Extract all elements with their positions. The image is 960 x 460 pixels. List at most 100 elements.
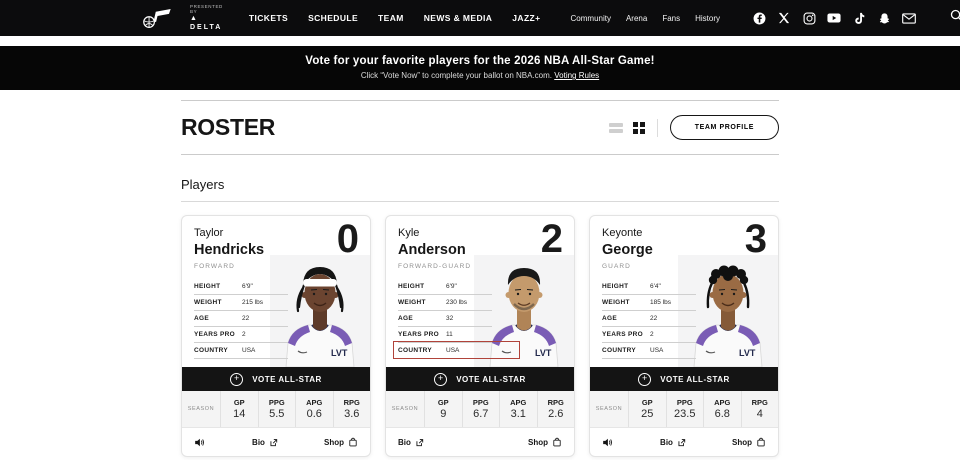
facebook-icon[interactable]	[752, 11, 766, 25]
roster-page: ROSTER TEAM PROFILE Players Taylor Hendr…	[181, 100, 779, 457]
speaker-icon	[602, 437, 613, 448]
presented-by-delta: PRESENTED BY ▲ DELTA	[190, 4, 223, 33]
audio-pronounce-button[interactable]	[194, 437, 205, 448]
bio-label: WEIGHT	[194, 299, 242, 306]
stat-apg: APG 0.6	[295, 391, 333, 427]
bio-label: AGE	[194, 315, 242, 322]
bio-link[interactable]: Bio	[398, 438, 424, 447]
player-first-name: Taylor	[194, 227, 358, 241]
tiktok-icon[interactable]	[852, 11, 866, 25]
season-label: SEASON	[386, 391, 424, 427]
bio-row-age: AGE 22	[194, 311, 288, 327]
stat-gp: GP 14	[220, 391, 258, 427]
bio-label: HEIGHT	[602, 283, 650, 290]
nav-fans[interactable]: Fans	[662, 14, 680, 23]
team-profile-button[interactable]: TEAM PROFILE	[670, 115, 779, 140]
nav-jazz-plus[interactable]: JAZZ+	[512, 13, 540, 23]
nav-community[interactable]: Community	[571, 14, 611, 23]
bio-value: 6'9"	[446, 283, 457, 290]
grid-view-icon[interactable]	[633, 122, 645, 134]
bio-value: 6'4"	[650, 283, 661, 290]
stat-rpg: RPG 2.6	[537, 391, 575, 427]
bio-label: YEARS PRO	[194, 331, 242, 338]
bio-value: 215 lbs	[242, 299, 263, 306]
bio-value: 185 lbs	[650, 299, 671, 306]
jazz-logo[interactable]	[142, 8, 172, 29]
player-bio-table: HEIGHT 6'4" WEIGHT 185 lbs AGE 22 YEARS …	[602, 279, 696, 359]
bio-value: USA	[446, 347, 459, 354]
external-link-icon	[269, 438, 278, 447]
bio-value: 230 lbs	[446, 299, 467, 306]
player-first-name: Keyonte	[602, 227, 766, 241]
bio-row-height: HEIGHT 6'9"	[398, 279, 492, 295]
vote-all-star-button[interactable]: VOTE ALL-STAR	[590, 367, 778, 391]
bio-row-country-highlighted: COUNTRY USA	[398, 343, 492, 359]
card-top: Keyonte George 3 GUARD HEIGHT 6'4" WEIGH…	[590, 216, 778, 367]
nav-history[interactable]: History	[695, 14, 720, 23]
search-button[interactable]	[950, 9, 960, 27]
bio-label: COUNTRY	[398, 347, 446, 354]
search-icon	[950, 9, 960, 22]
bio-link[interactable]: Bio	[252, 438, 278, 447]
x-twitter-icon[interactable]	[777, 11, 791, 25]
bio-row-weight: WEIGHT 185 lbs	[602, 295, 696, 311]
bio-label: WEIGHT	[602, 299, 650, 306]
nav-arena[interactable]: Arena	[626, 14, 647, 23]
bio-value: USA	[650, 347, 663, 354]
stat-ppg: PPG 6.7	[462, 391, 500, 427]
shopping-bag-icon	[756, 437, 766, 447]
audio-pronounce-button[interactable]	[602, 437, 613, 448]
social-icons	[752, 11, 916, 25]
svg-text:LVT: LVT	[331, 348, 348, 358]
shopping-bag-icon	[552, 437, 562, 447]
bio-value: 2	[650, 331, 654, 338]
delta-logo: ▲ DELTA	[190, 15, 223, 33]
bio-row-age: AGE 32	[398, 311, 492, 327]
instagram-icon[interactable]	[802, 11, 816, 25]
vote-all-star-button[interactable]: VOTE ALL-STAR	[182, 367, 370, 391]
email-icon[interactable]	[902, 11, 916, 25]
bio-row-weight: WEIGHT 215 lbs	[194, 295, 288, 311]
stat-apg: APG 6.8	[703, 391, 741, 427]
plus-icon	[638, 373, 651, 386]
shop-link[interactable]: Shop	[324, 437, 358, 447]
jazz-note-logo-icon	[142, 8, 172, 29]
season-label: SEASON	[590, 391, 628, 427]
bio-link-label: Bio	[660, 438, 673, 447]
jersey-number: 3	[745, 219, 767, 259]
snapchat-icon[interactable]	[877, 11, 891, 25]
nav-team[interactable]: TEAM	[378, 13, 404, 23]
bio-row-weight: WEIGHT 230 lbs	[398, 295, 492, 311]
bio-link[interactable]: Bio	[660, 438, 686, 447]
vote-label: VOTE ALL-STAR	[252, 375, 322, 384]
players-section-header: Players	[181, 177, 779, 202]
svg-text:LVT: LVT	[739, 348, 756, 358]
youtube-icon[interactable]	[827, 11, 841, 25]
banner-subtitle-text: Click “Vote Now” to complete your ballot…	[361, 71, 552, 80]
season-stats-row: SEASON GP 9 PPG 6.7 APG 3.1 RPG 2.6	[386, 391, 574, 428]
nav-tickets[interactable]: TICKETS	[249, 13, 288, 23]
shop-link[interactable]: Shop	[528, 437, 562, 447]
stat-gp: GP 9	[424, 391, 462, 427]
roster-controls: TEAM PROFILE	[609, 115, 779, 140]
bio-label: HEIGHT	[194, 283, 242, 290]
card-top: Taylor Hendricks 0 FORWARD HEIGHT 6'9" W…	[182, 216, 370, 367]
voting-rules-link[interactable]: Voting Rules	[554, 71, 599, 80]
player-card-taylor-hendricks: Taylor Hendricks 0 FORWARD HEIGHT 6'9" W…	[181, 215, 371, 457]
list-view-icon[interactable]	[609, 123, 623, 133]
roster-header: ROSTER TEAM PROFILE	[181, 100, 779, 155]
nav-news-media[interactable]: NEWS & MEDIA	[424, 13, 493, 23]
bio-link-label: Bio	[398, 438, 411, 447]
bio-row-country: COUNTRY USA	[602, 343, 696, 359]
shop-link[interactable]: Shop	[732, 437, 766, 447]
player-bio-table: HEIGHT 6'9" WEIGHT 215 lbs AGE 22 YEARS …	[194, 279, 288, 359]
nav-schedule[interactable]: SCHEDULE	[308, 13, 358, 23]
bio-label: COUNTRY	[602, 347, 650, 354]
primary-nav: TICKETS SCHEDULE TEAM NEWS & MEDIA JAZZ+	[249, 13, 541, 23]
season-stats-row: SEASON GP 14 PPG 5.5 APG 0.6 RPG 3.6	[182, 391, 370, 428]
vote-all-star-button[interactable]: VOTE ALL-STAR	[386, 367, 574, 391]
jersey-number: 2	[541, 219, 563, 259]
player-card-keyonte-george: Keyonte George 3 GUARD HEIGHT 6'4" WEIGH…	[589, 215, 779, 457]
player-bio-table: HEIGHT 6'9" WEIGHT 230 lbs AGE 32 YEARS …	[398, 279, 492, 359]
bio-row-age: AGE 22	[602, 311, 696, 327]
